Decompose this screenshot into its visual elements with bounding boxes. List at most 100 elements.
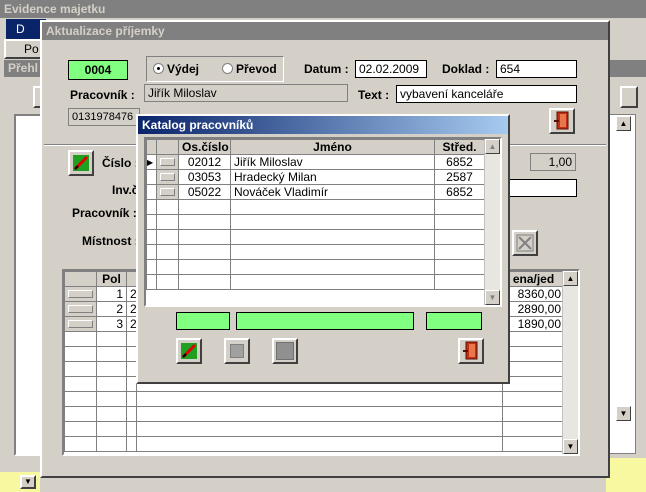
catalog-scroll-up-icon[interactable]: ▲ [485, 139, 500, 154]
table-row [64, 421, 565, 437]
catalog-name: Jiřík Miloslav [230, 154, 435, 170]
catalog-row [146, 274, 485, 290]
catalog-header-name: Jméno [230, 139, 435, 155]
item-price: 2890,00 [502, 301, 565, 317]
radio-vydej-label: Výdej [167, 62, 200, 76]
item-code: 2 [126, 316, 137, 332]
text-field[interactable]: vybavení kanceláře [396, 85, 577, 103]
filter-os-field[interactable] [176, 312, 230, 330]
catalog-row[interactable]: 03053 Hradecký Milan 2587 [146, 169, 485, 185]
catalog-stred: 2587 [434, 169, 485, 185]
item-code: 2 [126, 301, 137, 317]
radio-prevod[interactable]: Převod [222, 62, 277, 76]
catalog-name: Nováček Vladimír [230, 184, 435, 200]
catalog-header-selector [156, 139, 179, 155]
item-pol: 2 [96, 301, 127, 317]
row-selector[interactable] [64, 286, 97, 302]
catalog-header-os: Os.číslo [178, 139, 231, 155]
doklad-field[interactable]: 654 [496, 60, 577, 78]
current-row-arrow-icon: ▶ [146, 154, 157, 170]
catalog-header-stred: Střed. [434, 139, 485, 155]
text-label: Text : [358, 88, 390, 102]
datum-field[interactable]: 02.02.2009 [355, 60, 427, 78]
catalog-row [146, 214, 485, 230]
row-selector[interactable] [156, 154, 179, 170]
filter-stred-field[interactable] [426, 312, 482, 330]
item-price: 8360,00 [502, 286, 565, 302]
catalog-row [146, 259, 485, 275]
receipt-exit-button[interactable] [549, 108, 575, 134]
items-header-selector [64, 271, 97, 287]
catalog-stred: 6852 [434, 184, 485, 200]
catalog-scroll-down-icon[interactable]: ▼ [485, 290, 500, 305]
doklad-label: Doklad : [442, 62, 490, 76]
scroll-down-icon[interactable]: ▼ [563, 439, 578, 454]
row-indicator [146, 184, 157, 200]
square-icon [230, 344, 244, 358]
table-row [64, 406, 565, 422]
exit-door-icon [463, 341, 478, 360]
receipt-dialog-title: Aktualizace příjemky [42, 22, 608, 40]
radio-vydej-dot[interactable] [153, 63, 164, 74]
row-selector[interactable] [64, 316, 97, 332]
main-window-title: Evidence majetku [0, 0, 646, 18]
catalog-row[interactable]: ▶ 02012 Jiřík Miloslav 6852 [146, 154, 485, 170]
square-icon [276, 342, 294, 360]
catalog-add-button[interactable] [224, 338, 250, 364]
catalog-row[interactable]: 05022 Nováček Vladimír 6852 [146, 184, 485, 200]
items-header-price: ena/jed [502, 271, 565, 287]
filter-name-field[interactable] [236, 312, 414, 330]
catalog-row [146, 199, 485, 215]
row-selector[interactable] [156, 184, 179, 200]
catalog-exit-button[interactable] [458, 338, 484, 364]
exit-door-icon [554, 111, 569, 130]
mistnost-label: Místnost : [82, 234, 139, 248]
main-right-grid [606, 114, 636, 454]
main-strip-right [608, 60, 646, 77]
catalog-grid: Os.číslo Jméno Střed. ▶ 02012 Jiřík Milo… [144, 137, 502, 307]
datum-label: Datum : [304, 62, 349, 76]
catalog-stred: 6852 [434, 154, 485, 170]
table-row [64, 391, 565, 407]
pencil-icon [73, 155, 89, 171]
item-pol: 1 [96, 286, 127, 302]
main-tab-prehled[interactable]: Přehl [4, 60, 44, 77]
table-row [64, 436, 565, 452]
item-pol: 3 [96, 316, 127, 332]
pracovnik2-label: Pracovník : [72, 206, 137, 220]
catalog-delete-button[interactable] [272, 338, 298, 364]
catalog-os: 03053 [178, 169, 231, 185]
radio-vydej[interactable]: Výdej [153, 62, 199, 76]
row-selector[interactable] [64, 301, 97, 317]
inv-label: Inv.č [112, 183, 139, 197]
main-bottom-scroll-button[interactable]: ▼ [20, 475, 36, 489]
scroll-up-icon[interactable]: ▲ [563, 271, 578, 286]
item-code: 2 [126, 286, 137, 302]
catalog-dialog-title: Katalog pracovníků [138, 116, 508, 134]
main-right-button[interactable] [620, 86, 638, 108]
radio-prevod-label: Převod [236, 62, 277, 76]
pracovnik-field: Jiřík Miloslav [144, 84, 348, 102]
pracovnik-label: Pracovník : [70, 88, 135, 102]
catalog-header-indicator [146, 139, 157, 155]
inv-number-field[interactable] [506, 179, 577, 197]
edit-item-button[interactable] [68, 150, 94, 176]
code-field: 0131978476 [68, 108, 140, 126]
quantity-field: 1,00 [530, 153, 576, 171]
items-header-pol: Pol [96, 271, 127, 287]
row-selector[interactable] [156, 169, 179, 185]
catalog-edit-button[interactable] [176, 338, 202, 364]
catalog-scrollbar[interactable]: ▲ ▼ [484, 139, 500, 305]
delete-item-button[interactable] [512, 230, 538, 256]
catalog-header-row: Os.číslo Jméno Střed. [146, 139, 485, 155]
main-yellow-area [606, 458, 646, 492]
catalog-table: Os.číslo Jméno Střed. ▶ 02012 Jiřík Milo… [146, 139, 485, 290]
main-scroll-up-icon[interactable]: ▲ [616, 116, 631, 131]
receipt-number-field[interactable]: 0004 [68, 60, 128, 80]
row-indicator [146, 169, 157, 185]
items-scrollbar[interactable]: ▲ ▼ [562, 271, 578, 454]
main-scroll-down-icon[interactable]: ▼ [616, 406, 631, 421]
radio-prevod-dot[interactable] [222, 63, 233, 74]
catalog-name: Hradecký Milan [230, 169, 435, 185]
catalog-os: 05022 [178, 184, 231, 200]
